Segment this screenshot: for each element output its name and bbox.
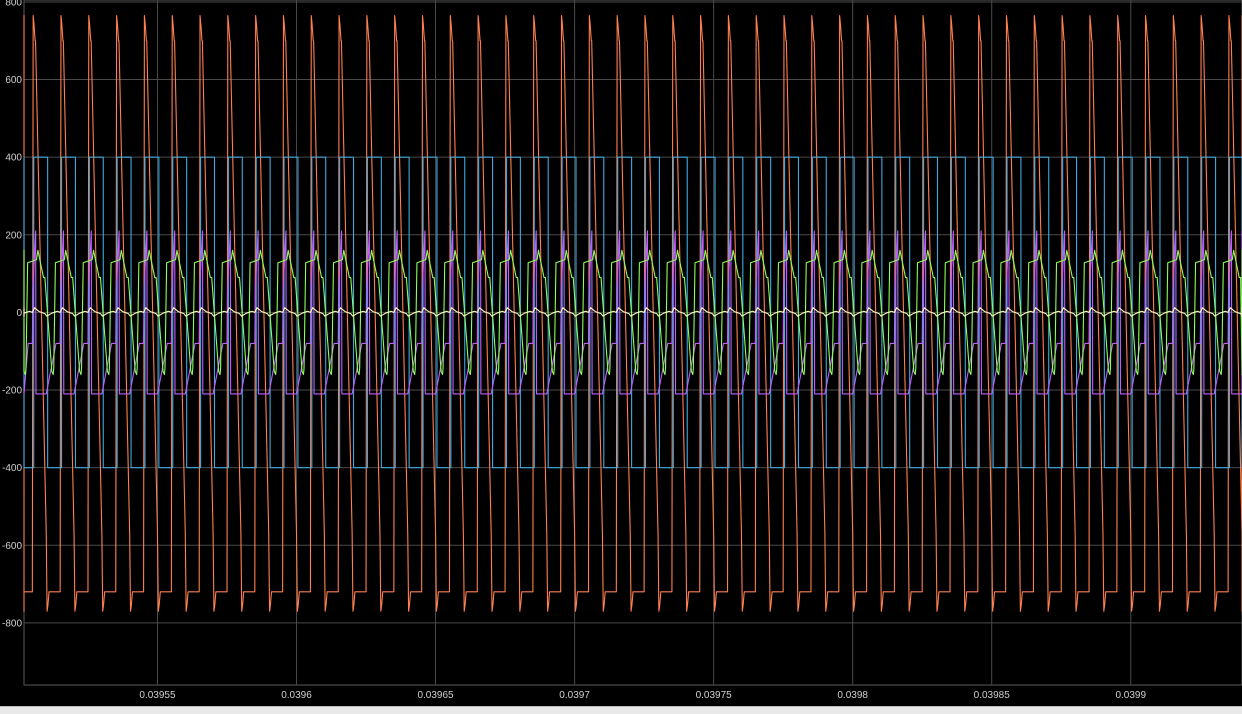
x-tick-label: 0.03955 — [139, 690, 176, 701]
scope-plot-area: 800 600 400 200 0 -200 -400 -600 -800 0.03955 0.03… — [0, 0, 1242, 714]
y-tick-label: -800 — [2, 618, 22, 629]
y-tick-label: -400 — [2, 463, 22, 474]
x-tick-label: 0.03975 — [696, 690, 733, 701]
x-tick-label: 0.03985 — [974, 690, 1011, 701]
y-tick-label: 0 — [16, 308, 22, 319]
plot-frame — [23, 0, 1242, 686]
scope-chart: 800 600 400 200 0 -200 -400 -600 -800 0.03955 0.03… — [2, 0, 1242, 701]
y-tick-label: -600 — [2, 541, 22, 552]
y-tick-label: 400 — [5, 153, 22, 164]
x-tick-label: 0.0399 — [1115, 690, 1146, 701]
x-tick-label: 0.0398 — [837, 690, 868, 701]
x-tick-label: 0.0396 — [281, 690, 312, 701]
y-tick-label: 200 — [5, 230, 22, 241]
x-tick-label: 0.0397 — [559, 690, 590, 701]
y-tick-label: 600 — [5, 75, 22, 86]
x-tick-label: 0.03965 — [417, 690, 454, 701]
y-tick-label: -200 — [2, 386, 22, 397]
y-tick-label: 800 — [5, 0, 22, 8]
grid-layer — [23, 0, 1242, 686]
